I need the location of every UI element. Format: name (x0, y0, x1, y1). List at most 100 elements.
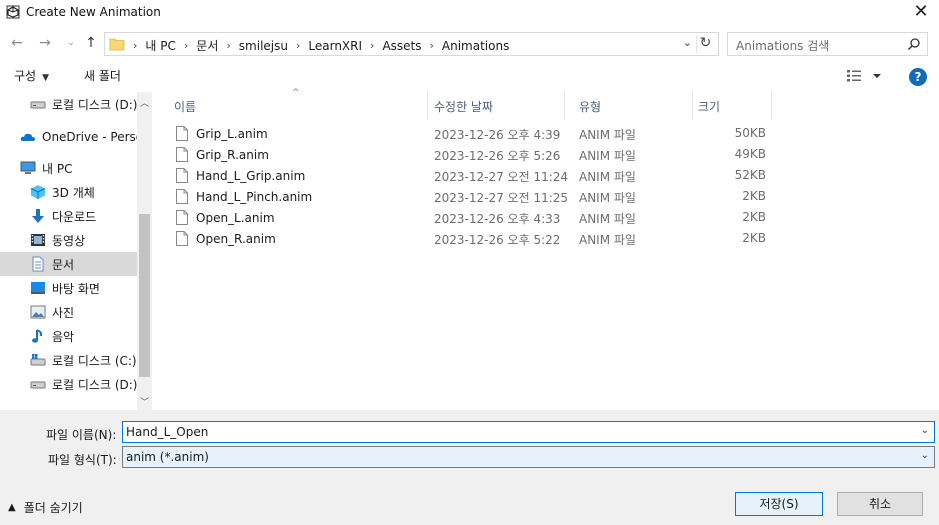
chevron-up-icon: ▲ (8, 502, 16, 513)
search-input[interactable]: Animations 검색 (727, 32, 928, 56)
sidebar-item-local-disk-d-top[interactable]: 로컬 디스크 (D:) (0, 92, 137, 116)
download-icon (30, 208, 46, 224)
sidebar-item-local-disk-d[interactable]: 로컬 디스크 (D:) (0, 372, 137, 396)
file-icon (176, 231, 188, 246)
breadcrumb-item-animations[interactable]: Animations (442, 39, 509, 53)
chevron-down-icon[interactable]: ⌄ (921, 450, 929, 461)
table-row[interactable]: Hand_L_Pinch.anim 2023-12-27 오전 11:25 AN… (160, 186, 772, 207)
filename-field[interactable]: Hand_L_Open ⌄ (122, 421, 935, 443)
hide-folders-button[interactable]: ▲ 폴더 숨기기 (8, 499, 83, 516)
scrollbar-thumb[interactable] (139, 214, 150, 377)
up-arrow-icon[interactable]: ↑ (82, 34, 100, 52)
scroll-up-chevron-icon[interactable]: ︿ (137, 96, 152, 110)
file-type: ANIM 파일 (579, 149, 636, 163)
filetype-value: anim (*.anim) (126, 450, 209, 464)
search-icon[interactable] (907, 37, 921, 51)
save-options-area: 파일 이름(N): Hand_L_Open ⌄ 파일 형식(T): anim (… (0, 410, 939, 525)
sidebar-item-downloads[interactable]: 다운로드 (0, 204, 137, 228)
save-button[interactable]: 저장(S) (735, 492, 823, 516)
unity-app-icon (6, 5, 20, 19)
recent-locations-chevron-icon[interactable]: ⌄ (62, 34, 80, 52)
column-header-name[interactable]: ^ 이름 (160, 88, 428, 120)
breadcrumb-item-documents[interactable]: 문서 (196, 37, 218, 54)
new-folder-button[interactable]: 새 폴더 (84, 67, 121, 84)
file-type: ANIM 파일 (579, 233, 636, 247)
sidebar-item-3d-objects[interactable]: 3D 개체 (0, 180, 137, 204)
table-row[interactable]: Open_R.anim 2023-12-26 오후 5:22 ANIM 파일 2… (160, 228, 772, 249)
column-header-type[interactable]: 유형 (565, 92, 693, 120)
sidebar-item-onedrive[interactable]: OneDrive - Personal (0, 125, 137, 149)
sidebar-item-label: 음악 (52, 329, 75, 344)
sidebar-item-label: 내 PC (42, 161, 73, 176)
breadcrumb-item-pc[interactable]: 내 PC (145, 37, 175, 54)
column-header-label: 수정한 날짜 (434, 100, 494, 114)
table-row[interactable]: Open_L.anim 2023-12-26 오후 4:33 ANIM 파일 2… (160, 207, 772, 228)
breadcrumb-item-assets[interactable]: Assets (382, 39, 421, 53)
drive-icon (30, 376, 46, 392)
table-row[interactable]: Grip_R.anim 2023-12-26 오후 5:26 ANIM 파일 4… (160, 144, 772, 165)
file-date: 2023-12-26 오후 4:33 (434, 212, 561, 226)
documents-icon (30, 256, 46, 272)
breadcrumb-separator-icon: › (295, 39, 301, 52)
command-toolbar: 구성 ▼ 새 폴더 ? (0, 62, 939, 90)
title-bar: Create New Animation ✕ (0, 0, 939, 26)
system-drive-icon (30, 352, 46, 368)
sidebar-item-music[interactable]: 음악 (0, 324, 137, 348)
3d-objects-icon (30, 184, 46, 200)
breadcrumb-separator-icon: › (429, 39, 434, 52)
caret-down-icon: ▼ (42, 73, 50, 83)
column-header-label: 유형 (579, 100, 602, 114)
file-icon (176, 210, 188, 225)
file-date: 2023-12-26 오후 5:26 (434, 149, 561, 163)
sidebar-item-local-disk-c[interactable]: 로컬 디스크 (C:) (0, 348, 137, 372)
organize-label: 구성 (14, 69, 37, 83)
address-bar[interactable]: › 내 PC › 문서 › smilejsu › LearnXRI › Asse… (104, 32, 719, 56)
file-size: 2KB (742, 231, 766, 245)
breadcrumb-separator-icon: › (133, 39, 138, 52)
sidebar-item-this-pc[interactable]: 내 PC (0, 156, 137, 180)
navigation-scrollbar[interactable]: ︿ ﹀ (137, 92, 152, 410)
table-row[interactable]: Hand_L_Grip.anim 2023-12-27 오전 11:24 ANI… (160, 165, 772, 186)
sidebar-item-pictures[interactable]: 사진 (0, 300, 137, 324)
sidebar-item-label: 3D 개체 (52, 185, 95, 200)
details-view-icon (847, 70, 881, 82)
close-icon[interactable]: ✕ (911, 2, 931, 22)
column-header-date-modified[interactable]: 수정한 날짜 (420, 92, 565, 120)
column-header-size[interactable]: 크기 (684, 92, 772, 120)
address-dropdown-chevron-icon[interactable]: ⌄ (683, 36, 692, 49)
file-date: 2023-12-26 오후 5:22 (434, 233, 561, 247)
sidebar-item-label: OneDrive - Personal (42, 130, 137, 144)
organize-button[interactable]: 구성 ▼ (14, 67, 49, 84)
filetype-label: 파일 형식(T): (48, 453, 117, 467)
refresh-icon[interactable]: ↻ (696, 35, 714, 53)
sidebar-item-label: 다운로드 (52, 209, 97, 224)
sidebar-item-desktop[interactable]: 바탕 화면 (0, 276, 137, 300)
scroll-down-chevron-icon[interactable]: ﹀ (137, 395, 152, 409)
drive-icon (30, 96, 46, 112)
sidebar-item-videos[interactable]: 동영상 (0, 228, 137, 252)
desktop-icon (30, 280, 46, 296)
table-row[interactable]: Grip_L.anim 2023-12-26 오후 4:39 ANIM 파일 5… (160, 123, 772, 144)
onedrive-icon (20, 129, 36, 145)
help-icon[interactable]: ? (909, 68, 927, 86)
cancel-button[interactable]: 취소 (837, 492, 923, 516)
window-title: Create New Animation (26, 5, 161, 19)
breadcrumb-item-learnxri[interactable]: LearnXRI (308, 39, 362, 53)
file-size: 52KB (734, 168, 766, 182)
file-name: Open_L.anim (196, 210, 275, 225)
folder-icon (109, 38, 125, 51)
file-type: ANIM 파일 (579, 128, 636, 142)
view-options-button[interactable] (845, 68, 885, 84)
breadcrumb-separator-icon: › (370, 39, 375, 52)
filename-value: Hand_L_Open (126, 425, 209, 439)
forward-arrow-icon[interactable]: → (36, 34, 54, 52)
sidebar-item-documents[interactable]: 문서 (0, 252, 137, 276)
hide-folders-label: 폴더 숨기기 (23, 501, 83, 515)
back-arrow-icon[interactable]: ← (8, 34, 26, 52)
breadcrumb-item-smilejsu[interactable]: smilejsu (239, 39, 288, 53)
navigation-bar: ← → ⌄ ↑ › 내 PC › 문서 › smilejsu › LearnXR… (0, 30, 939, 58)
chevron-down-icon[interactable]: ⌄ (921, 425, 929, 436)
filetype-select[interactable]: anim (*.anim) ⌄ (122, 446, 935, 468)
sidebar-item-label: 바탕 화면 (52, 281, 100, 296)
sidebar-item-label: 동영상 (52, 233, 86, 248)
